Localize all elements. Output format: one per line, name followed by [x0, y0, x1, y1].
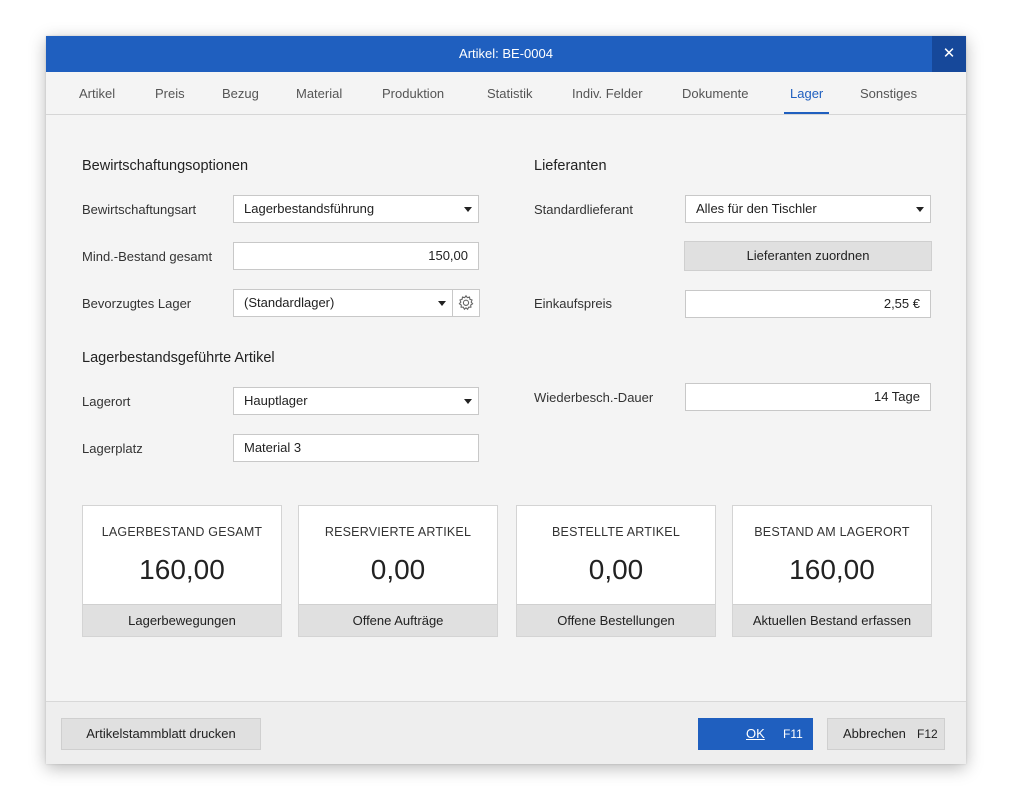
- wiederbeschaffungsdauer-value: 14 Tage: [873, 389, 920, 404]
- tab-indiv-felder[interactable]: Indiv. Felder: [572, 72, 643, 114]
- bevorzugtes-lager-select[interactable]: (Standardlager): [233, 289, 453, 317]
- section-title-lieferanten: Lieferanten: [534, 158, 607, 174]
- einkaufspreis-input[interactable]: 2,55 €: [685, 290, 931, 318]
- bevorzugtes-lager-value: (Standardlager): [244, 295, 335, 310]
- close-button[interactable]: ✕: [932, 36, 966, 72]
- chevron-down-icon: [438, 301, 446, 306]
- section-title-bewirtschaftung: Bewirtschaftungsoptionen: [82, 158, 249, 174]
- card-value: 0,00: [370, 554, 426, 585]
- lagerort-label: Lagerort: [82, 394, 131, 409]
- tab-lager[interactable]: Lager: [783, 72, 830, 114]
- bevorzugtes-lager-label: Bevorzugtes Lager: [82, 296, 192, 311]
- tab-statistik[interactable]: Statistik: [487, 72, 533, 114]
- einkaufspreis-value: 2,55 €: [883, 296, 920, 311]
- cancel-shortcut: F12: [917, 727, 938, 741]
- chevron-down-icon: [464, 207, 472, 212]
- cancel-label: Abbrechen: [843, 726, 906, 741]
- einkaufspreis-label: Einkaufspreis: [534, 296, 613, 311]
- bewirtschaftungsart-value: Lagerbestandsführung: [244, 201, 375, 216]
- wiederbeschaffungsdauer-label: Wiederbesch.-Dauer: [534, 390, 654, 405]
- print-datasheet-button[interactable]: Artikelstammblatt drucken: [61, 718, 261, 750]
- card-title: BESTAND AM LAGERORT: [754, 525, 910, 539]
- stat-card-bestellte-artikel: BESTELLTE ARTIKEL 0,00 Offene Bestellung…: [516, 505, 716, 637]
- chevron-down-icon: [916, 207, 924, 212]
- window-title: Artikel: BE-0004: [459, 46, 553, 61]
- tab-material[interactable]: Material: [296, 72, 342, 114]
- standardlieferant-select[interactable]: Alles für den Tischler: [685, 195, 931, 223]
- stat-card-bestand-am-lagerort: BESTAND AM LAGERORT 160,00 Aktuellen Bes…: [732, 505, 932, 637]
- stat-card-lagerbestand-gesamt: LAGERBESTAND GESAMT 160,00 Lagerbewegung…: [82, 505, 282, 637]
- mind-bestand-value: 150,00: [428, 248, 468, 263]
- standardlieferant-label: Standardlieferant: [534, 202, 634, 217]
- lagerort-value: Hauptlager: [244, 393, 308, 408]
- tab-sonstiges[interactable]: Sonstiges: [860, 72, 917, 114]
- offene-auftraege-button[interactable]: Offene Aufträge: [299, 604, 497, 636]
- tab-preis[interactable]: Preis: [155, 72, 185, 114]
- tab-artikel[interactable]: Artikel: [79, 72, 115, 114]
- card-title: RESERVIERTE ARTIKEL: [324, 525, 472, 539]
- gear-icon: [458, 294, 474, 311]
- lagerbewegungen-button[interactable]: Lagerbewegungen: [83, 604, 281, 636]
- lagerplatz-input[interactable]: Material 3: [233, 434, 479, 462]
- article-dialog: Artikel: BE-0004 ✕ Artikel Preis Bezug M…: [46, 36, 966, 764]
- ok-shortcut: F11: [783, 727, 803, 741]
- mind-bestand-label: Mind.-Bestand gesamt: [82, 249, 213, 264]
- ok-button[interactable]: OK F11: [698, 718, 813, 750]
- cancel-button[interactable]: Abbrechen F12: [827, 718, 945, 750]
- offene-bestellungen-button[interactable]: Offene Bestellungen: [517, 604, 715, 636]
- standardlieferant-value: Alles für den Tischler: [696, 201, 817, 216]
- wiederbeschaffungsdauer-input[interactable]: 14 Tage: [685, 383, 931, 411]
- lagerplatz-label: Lagerplatz: [82, 441, 143, 456]
- title-bar: Artikel: BE-0004 ✕: [46, 36, 966, 72]
- bewirtschaftungsart-select[interactable]: Lagerbestandsführung: [233, 195, 479, 223]
- lagerort-select[interactable]: Hauptlager: [233, 387, 479, 415]
- bestand-erfassen-button[interactable]: Aktuellen Bestand erfassen: [733, 604, 931, 636]
- chevron-down-icon: [464, 399, 472, 404]
- card-value: 0,00: [588, 554, 644, 585]
- ok-label: OK: [746, 726, 765, 741]
- print-datasheet-label: Artikelstammblatt drucken: [86, 726, 236, 741]
- tab-produktion[interactable]: Produktion: [382, 72, 444, 114]
- tab-bar: Artikel Preis Bezug Material Produktion …: [46, 72, 966, 115]
- mind-bestand-input[interactable]: 150,00: [233, 242, 479, 270]
- card-value: 160,00: [139, 554, 225, 585]
- card-title: LAGERBESTAND GESAMT: [101, 525, 263, 539]
- lager-settings-button[interactable]: [452, 289, 480, 317]
- card-value: 160,00: [789, 554, 875, 585]
- lagerplatz-value: Material 3: [244, 440, 302, 455]
- card-title: BESTELLTE ARTIKEL: [552, 525, 680, 539]
- dialog-footer: Artikelstammblatt drucken OK F11 Abbrech…: [46, 701, 966, 764]
- tab-bezug[interactable]: Bezug: [222, 72, 259, 114]
- lieferanten-zuordnen-button[interactable]: Lieferanten zuordnen: [684, 241, 932, 271]
- stat-card-reservierte-artikel: RESERVIERTE ARTIKEL 0,00 Offene Aufträge: [298, 505, 498, 637]
- tab-dokumente[interactable]: Dokumente: [682, 72, 748, 114]
- close-icon: ✕: [942, 45, 956, 62]
- bewirtschaftungsart-label: Bewirtschaftungsart: [82, 202, 197, 217]
- section-title-lagerartikel: Lagerbestandsgeführte Artikel: [82, 350, 275, 366]
